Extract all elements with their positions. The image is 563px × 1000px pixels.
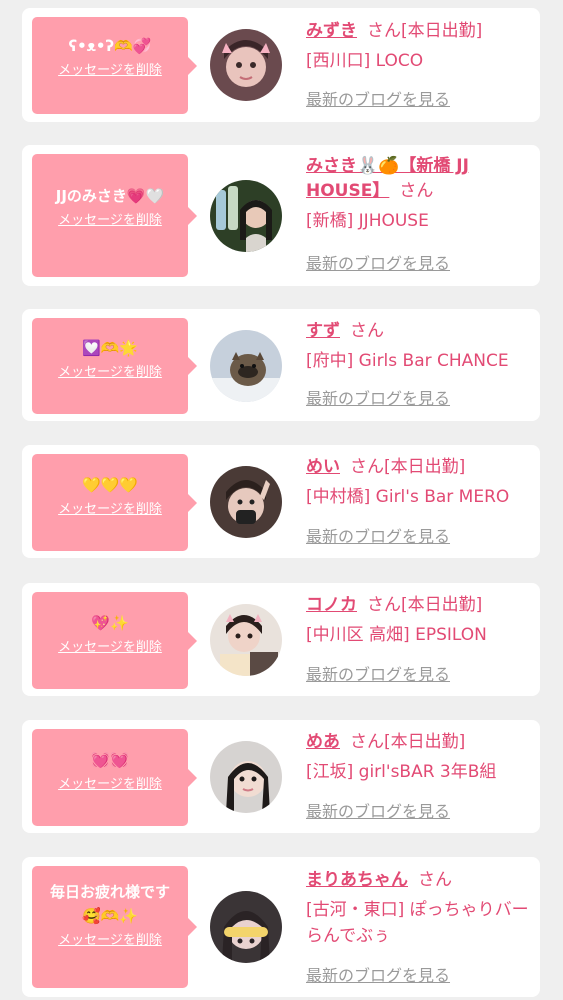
- cast-name-link[interactable]: まりあちゃん: [306, 870, 408, 890]
- message-text: ʕ•ᴥ•ʔ🫶💞: [68, 37, 152, 55]
- message-text: 毎日お疲れ様です 🥰🫶✨: [49, 883, 170, 925]
- work-status: [本日出勤]: [384, 732, 466, 752]
- shop-name: [江坂] girl'sBAR 3年B組: [306, 762, 497, 782]
- cast-name-link[interactable]: コノカ: [306, 595, 357, 615]
- message-text: 💟🫶🌟: [81, 339, 139, 357]
- shop-name: [新橋] JJHOUSE: [306, 211, 429, 231]
- message-text: 💛💛💛: [81, 476, 139, 494]
- avatar[interactable]: [210, 180, 282, 252]
- message-bubble: 💛💛💛 メッセージを削除: [32, 454, 197, 551]
- work-status: [本日出勤]: [384, 457, 466, 477]
- message-text: 💓💓: [91, 751, 129, 769]
- avatar[interactable]: [210, 741, 282, 813]
- list-item: 💓💓 メッセージを削除 めあ さん[本日出勤] [江坂] girl'sBAR 3年…: [22, 720, 540, 833]
- cast-info: みずき さん[本日出勤] [西川口] LOCO: [306, 19, 536, 74]
- cast-name-link[interactable]: めあ: [306, 732, 340, 752]
- shop-name: [中村橋] Girl's Bar MERO: [306, 487, 510, 507]
- delete-message-link[interactable]: メッセージを削除: [58, 501, 162, 519]
- cast-name-link[interactable]: みずき: [306, 21, 357, 41]
- cast-info: みさき🐰🍊【新橋 JJ HOUSE】 さん [新橋] JJHOUSE: [306, 154, 536, 234]
- cast-info: コノカ さん[本日出勤] [中川区 高畑] EPSILON: [306, 593, 536, 648]
- message-bubble: ʕ•ᴥ•ʔ🫶💞 メッセージを削除: [32, 17, 197, 114]
- message-bubble: 💓💓 メッセージを削除: [32, 729, 197, 826]
- cast-name-link[interactable]: みさき🐰🍊【新橋 JJ HOUSE】: [306, 156, 469, 201]
- view-blog-link[interactable]: 最新のブログを見る: [306, 527, 450, 547]
- list-item: 💛💛💛 メッセージを削除 めい さん[本日出勤] [中村橋] Girl's Bar…: [22, 445, 540, 558]
- work-status: [本日出勤]: [401, 21, 483, 41]
- message-bubble: JJのみさき💗🤍 メッセージを削除: [32, 154, 197, 277]
- view-blog-link[interactable]: 最新のブログを見る: [306, 665, 450, 685]
- list-item: 💖✨ メッセージを削除 コノカ さん[本日出勤] [中川区 高畑] EPSILON…: [22, 583, 540, 696]
- delete-message-link[interactable]: メッセージを削除: [58, 62, 162, 80]
- list-item: JJのみさき💗🤍 メッセージを削除 みさき🐰🍊【新橋 JJ HOUSE】 さん […: [22, 145, 540, 286]
- shop-name: [古河・東口] ぽっちゃりバー らんでぶぅ: [306, 900, 529, 946]
- honorific-label: さん: [399, 181, 434, 201]
- delete-message-link[interactable]: メッセージを削除: [58, 364, 162, 382]
- message-text: JJのみさき💗🤍: [55, 187, 165, 205]
- honorific-label: さん: [418, 870, 452, 890]
- message-text: 💖✨: [91, 614, 129, 632]
- list-item: ʕ•ᴥ•ʔ🫶💞 メッセージを削除 みずき さん[本日出勤] [西川口] LOCO …: [22, 8, 540, 122]
- favorites-list: ʕ•ᴥ•ʔ🫶💞 メッセージを削除 みずき さん[本日出勤] [西川口] LOCO …: [0, 0, 563, 1000]
- avatar[interactable]: [210, 29, 282, 101]
- avatar[interactable]: [210, 466, 282, 538]
- cast-info: めい さん[本日出勤] [中村橋] Girl's Bar MERO: [306, 455, 536, 510]
- avatar[interactable]: [210, 604, 282, 676]
- delete-message-link[interactable]: メッセージを削除: [58, 639, 162, 657]
- cast-name-link[interactable]: すず: [306, 321, 340, 341]
- work-status: [本日出勤]: [401, 595, 483, 615]
- view-blog-link[interactable]: 最新のブログを見る: [306, 90, 450, 110]
- shop-name: [府中] Girls Bar CHANCE: [306, 351, 509, 371]
- message-bubble: 毎日お疲れ様です 🥰🫶✨ メッセージを削除: [32, 866, 197, 988]
- avatar[interactable]: [210, 330, 282, 402]
- shop-name: [西川口] LOCO: [306, 51, 424, 71]
- cast-name-link[interactable]: めい: [306, 457, 340, 477]
- view-blog-link[interactable]: 最新のブログを見る: [306, 966, 450, 986]
- shop-name: [中川区 高畑] EPSILON: [306, 625, 487, 645]
- list-item: 毎日お疲れ様です 🥰🫶✨ メッセージを削除 まりあちゃん さん [古河・東口] ぽ…: [22, 857, 540, 997]
- honorific-label: さん: [367, 595, 401, 615]
- view-blog-link[interactable]: 最新のブログを見る: [306, 802, 450, 822]
- message-bubble: 💖✨ メッセージを削除: [32, 592, 197, 689]
- message-bubble: 💟🫶🌟 メッセージを削除: [32, 318, 197, 414]
- avatar[interactable]: [210, 891, 282, 963]
- cast-info: すず さん [府中] Girls Bar CHANCE: [306, 319, 536, 374]
- view-blog-link[interactable]: 最新のブログを見る: [306, 254, 450, 274]
- honorific-label: さん: [350, 732, 384, 752]
- delete-message-link[interactable]: メッセージを削除: [58, 212, 162, 230]
- cast-info: まりあちゃん さん [古河・東口] ぽっちゃりバー らんでぶぅ: [306, 868, 536, 949]
- honorific-label: さん: [350, 457, 384, 477]
- delete-message-link[interactable]: メッセージを削除: [58, 932, 162, 950]
- honorific-label: さん: [350, 321, 384, 341]
- cast-info: めあ さん[本日出勤] [江坂] girl'sBAR 3年B組: [306, 730, 536, 785]
- delete-message-link[interactable]: メッセージを削除: [58, 776, 162, 794]
- list-item: 💟🫶🌟 メッセージを削除 すず さん [府中] Girls Bar CHANCE …: [22, 309, 540, 421]
- view-blog-link[interactable]: 最新のブログを見る: [306, 389, 450, 409]
- honorific-label: さん: [367, 21, 401, 41]
